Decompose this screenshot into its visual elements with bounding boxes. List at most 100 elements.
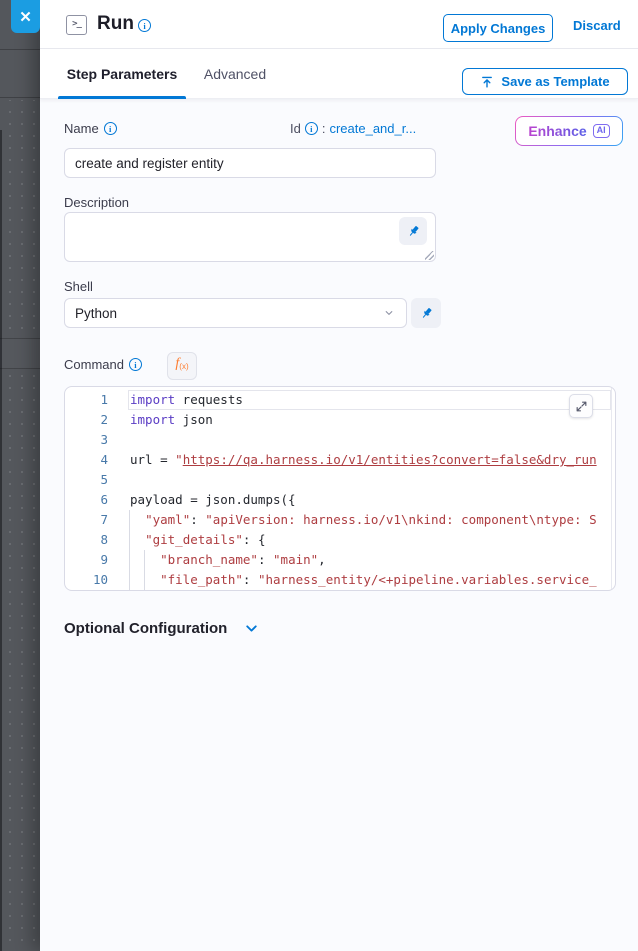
code-token: requests: [175, 392, 243, 407]
expression-fx-button[interactable]: f(x): [167, 352, 197, 380]
run-step-terminal-icon: >_: [66, 15, 87, 35]
shell-select[interactable]: Python: [64, 298, 407, 328]
code-line: 10 "file_path": "harness_entity/<+pipeli…: [65, 570, 615, 590]
line-number: 6: [65, 490, 108, 510]
code-text: import requests: [108, 390, 243, 410]
active-tab-underline: [58, 96, 186, 99]
name-input[interactable]: [64, 148, 436, 178]
code-text: "branch_name": "main",: [108, 550, 326, 570]
name-info-icon[interactable]: i: [104, 122, 117, 135]
upload-icon: [480, 75, 494, 89]
description-label: Description: [64, 195, 129, 210]
line-number: 5: [65, 470, 108, 490]
canvas-left-edge: [0, 130, 2, 951]
apply-changes-button[interactable]: Apply Changes: [443, 14, 553, 42]
code-token: import: [130, 412, 175, 427]
code-token: json: [175, 412, 213, 427]
code-token: ": [175, 452, 183, 467]
editor-expand-button[interactable]: [569, 394, 593, 418]
line-number: 3: [65, 430, 108, 450]
enhance-ai-button[interactable]: Enhance AI: [515, 116, 623, 146]
chevron-down-icon: [382, 306, 396, 320]
step-id-row: Id i : create_and_r...: [290, 121, 416, 136]
code-rows: 1import requests2import json34url = "htt…: [65, 390, 615, 590]
code-text: [108, 470, 130, 490]
description-pin-button[interactable]: [399, 217, 427, 245]
shell-pin-button[interactable]: [411, 298, 441, 328]
command-info-icon[interactable]: i: [129, 358, 142, 371]
line-number: 4: [65, 450, 108, 470]
code-token: "harness_entity/<+pipeline.variables.ser…: [258, 572, 597, 587]
code-text: import json: [108, 410, 213, 430]
step-config-drawer: >_ Run i Apply Changes Discard Step Para…: [40, 0, 638, 951]
code-token: url =: [130, 452, 175, 467]
chevron-down-icon: [243, 620, 260, 637]
ai-badge: AI: [593, 124, 610, 138]
code-token: [130, 512, 145, 527]
code-token: import: [130, 392, 175, 407]
save-as-template-button[interactable]: Save as Template: [462, 68, 628, 95]
code-text: "yaml": "apiVersion: harness.io/v1\nkind…: [108, 510, 597, 530]
code-token: ,: [318, 552, 326, 567]
code-token: "file_path": [160, 572, 243, 587]
code-token: :: [190, 512, 205, 527]
close-drawer-button[interactable]: ✕: [11, 0, 40, 33]
code-token: :: [243, 572, 258, 587]
canvas-divider: [0, 97, 40, 98]
line-number: 7: [65, 510, 108, 530]
shell-label: Shell: [64, 279, 93, 294]
code-text: [108, 430, 130, 450]
code-token: "git_details": [145, 532, 243, 547]
line-number: 2: [65, 410, 108, 430]
code-line: 9 "branch_name": "main",: [65, 550, 615, 570]
code-line: 7 "yaml": "apiVersion: harness.io/v1\nki…: [65, 510, 615, 530]
code-token: [130, 532, 145, 547]
code-token: [130, 552, 160, 567]
code-token: "main": [273, 552, 318, 567]
code-token: "yaml": [145, 512, 190, 527]
tab-step-parameters[interactable]: Step Parameters: [58, 49, 186, 99]
close-icon: ✕: [19, 8, 32, 26]
screen: ✕ >_ Run i Apply Changes Discard Step Pa…: [0, 0, 638, 951]
canvas-dot-grid: [0, 100, 40, 951]
line-number: 1: [65, 390, 108, 410]
discard-button[interactable]: Discard: [573, 18, 621, 33]
command-code-editor[interactable]: 1import requests2import json34url = "htt…: [64, 386, 616, 591]
id-info-icon[interactable]: i: [305, 122, 318, 135]
textarea-resize-handle[interactable]: [425, 251, 434, 260]
line-number: 9: [65, 550, 108, 570]
code-token: [130, 572, 160, 587]
code-line: 6 payload = json.dumps({: [65, 490, 615, 510]
code-line: 4url = "https://qa.harness.io/v1/entitie…: [65, 450, 615, 470]
code-token: payload = json.dumps({: [130, 492, 296, 507]
code-token: "apiVersion: harness.io/v1\nkind: compon…: [205, 512, 596, 527]
page-title: Run: [97, 13, 134, 35]
pin-icon: [406, 224, 421, 239]
code-text: "git_details": {: [108, 530, 265, 550]
code-line: 3: [65, 430, 615, 450]
code-text: payload = json.dumps({: [108, 490, 296, 510]
step-id-value[interactable]: create_and_r...: [329, 121, 416, 136]
code-text: url = "https://qa.harness.io/v1/entities…: [108, 450, 597, 470]
pin-icon: [419, 306, 434, 321]
code-line: 8 "git_details": {: [65, 530, 615, 550]
description-textarea[interactable]: [64, 212, 436, 262]
name-label-row: Name i: [64, 121, 117, 136]
line-number: 10: [65, 570, 108, 590]
shell-selected-value: Python: [75, 306, 117, 321]
code-token: "branch_name": [160, 552, 258, 567]
optional-configuration-toggle[interactable]: Optional Configuration: [64, 620, 260, 637]
line-number: 8: [65, 530, 108, 550]
code-line: 2import json: [65, 410, 615, 430]
drawer-header: >_ Run i Apply Changes Discard: [40, 0, 638, 49]
title-info-icon[interactable]: i: [138, 19, 151, 32]
code-token: : {: [243, 532, 266, 547]
tab-bar: Step Parameters Advanced Save as Templat…: [40, 49, 638, 99]
code-line: 1import requests: [65, 390, 615, 410]
code-text: "file_path": "harness_entity/<+pipeline.…: [108, 570, 597, 590]
canvas-divider: [0, 49, 40, 50]
expand-icon: [575, 400, 588, 413]
pipeline-canvas-strip: [0, 0, 40, 951]
tab-advanced[interactable]: Advanced: [198, 49, 272, 99]
command-label-row: Command i: [64, 357, 142, 372]
